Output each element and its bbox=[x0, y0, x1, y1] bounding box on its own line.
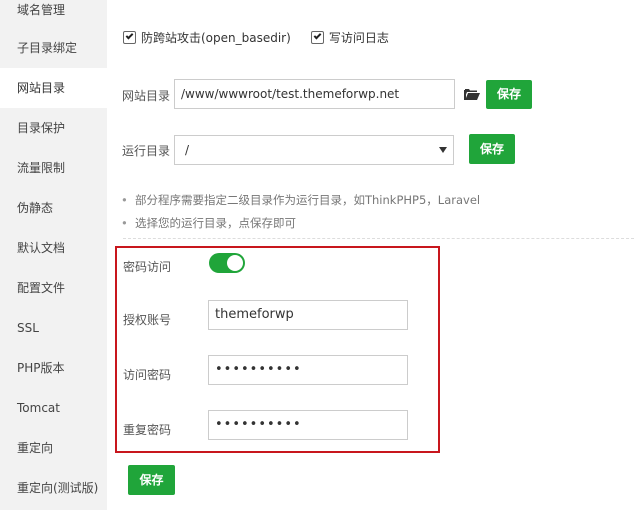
sidebar: 域名管理 子目录绑定 网站目录 目录保护 流量限制 伪静态 默认文档 配置文件 … bbox=[0, 0, 107, 510]
sidebar-item-ssl[interactable]: SSL bbox=[0, 308, 107, 348]
site-dir-label: 网站目录 bbox=[122, 89, 171, 103]
sidebar-item-traffic-limit[interactable]: 流量限制 bbox=[0, 148, 107, 188]
run-dir-save-button[interactable]: 保存 bbox=[469, 134, 515, 164]
password-input[interactable]: •••••••••• bbox=[208, 355, 408, 385]
password-save-button[interactable]: 保存 bbox=[128, 465, 175, 495]
divider bbox=[123, 238, 634, 239]
options-row: 防跨站攻击(open_basedir) 写访问日志 bbox=[123, 28, 409, 46]
access-log-label: 写访问日志 bbox=[328, 30, 389, 45]
sidebar-item-config-file[interactable]: 配置文件 bbox=[0, 268, 107, 308]
sidebar-item-rewrite[interactable]: 伪静态 bbox=[0, 188, 107, 228]
site-dir-save-button[interactable]: 保存 bbox=[486, 80, 532, 109]
checkbox-checked-icon[interactable] bbox=[310, 30, 324, 44]
password-label: 访问密码 bbox=[123, 368, 172, 382]
sidebar-item-redirect-beta[interactable]: 重定向(测试版) bbox=[0, 468, 107, 508]
password-access-toggle[interactable] bbox=[209, 253, 245, 273]
folder-icon[interactable] bbox=[464, 88, 480, 101]
anti-xss-checkbox[interactable]: 防跨站攻击(open_basedir) bbox=[123, 29, 291, 46]
note-item: 选择您的运行目录，点保存即可 bbox=[121, 215, 621, 238]
access-log-checkbox[interactable]: 写访问日志 bbox=[310, 29, 389, 46]
sidebar-item-dir-protect[interactable]: 目录保护 bbox=[0, 108, 107, 148]
anti-xss-label: 防跨站攻击(open_basedir) bbox=[141, 30, 291, 45]
run-dir-select[interactable]: / bbox=[174, 135, 454, 165]
password-access-label: 密码访问 bbox=[123, 260, 172, 274]
repeat-password-input[interactable]: •••••••••• bbox=[208, 410, 408, 440]
password-access-section: 密码访问 授权账号 themeforwp 访问密码 •••••••••• 重复密… bbox=[115, 246, 440, 453]
toggle-knob bbox=[227, 255, 243, 271]
sidebar-item-subdir-bind[interactable]: 子目录绑定 bbox=[0, 28, 107, 68]
account-input[interactable]: themeforwp bbox=[208, 300, 408, 330]
sidebar-item-site-dir[interactable]: 网站目录 bbox=[0, 68, 107, 108]
notes-list: 部分程序需要指定二级目录作为运行目录，如ThinkPHP5，Laravel 选择… bbox=[121, 192, 621, 238]
note-item: 部分程序需要指定二级目录作为运行目录，如ThinkPHP5，Laravel bbox=[121, 192, 621, 215]
sidebar-item-tomcat[interactable]: Tomcat bbox=[0, 388, 107, 428]
repeat-password-label: 重复密码 bbox=[123, 423, 172, 437]
account-label: 授权账号 bbox=[123, 313, 172, 327]
sidebar-item-default-doc[interactable]: 默认文档 bbox=[0, 228, 107, 268]
site-dir-panel: 防跨站攻击(open_basedir) 写访问日志 网站目录 /www/wwwr… bbox=[107, 0, 634, 510]
sidebar-item-php-version[interactable]: PHP版本 bbox=[0, 348, 107, 388]
sidebar-item-redirect[interactable]: 重定向 bbox=[0, 428, 107, 468]
site-dir-input[interactable]: /www/wwwroot/test.themeforwp.net bbox=[174, 79, 455, 109]
run-dir-selected-value: / bbox=[185, 143, 190, 157]
checkbox-checked-icon[interactable] bbox=[123, 30, 136, 44]
sidebar-item-domain[interactable]: 域名管理 bbox=[0, 0, 107, 30]
chevron-down-icon bbox=[439, 147, 447, 153]
run-dir-label: 运行目录 bbox=[122, 144, 171, 158]
